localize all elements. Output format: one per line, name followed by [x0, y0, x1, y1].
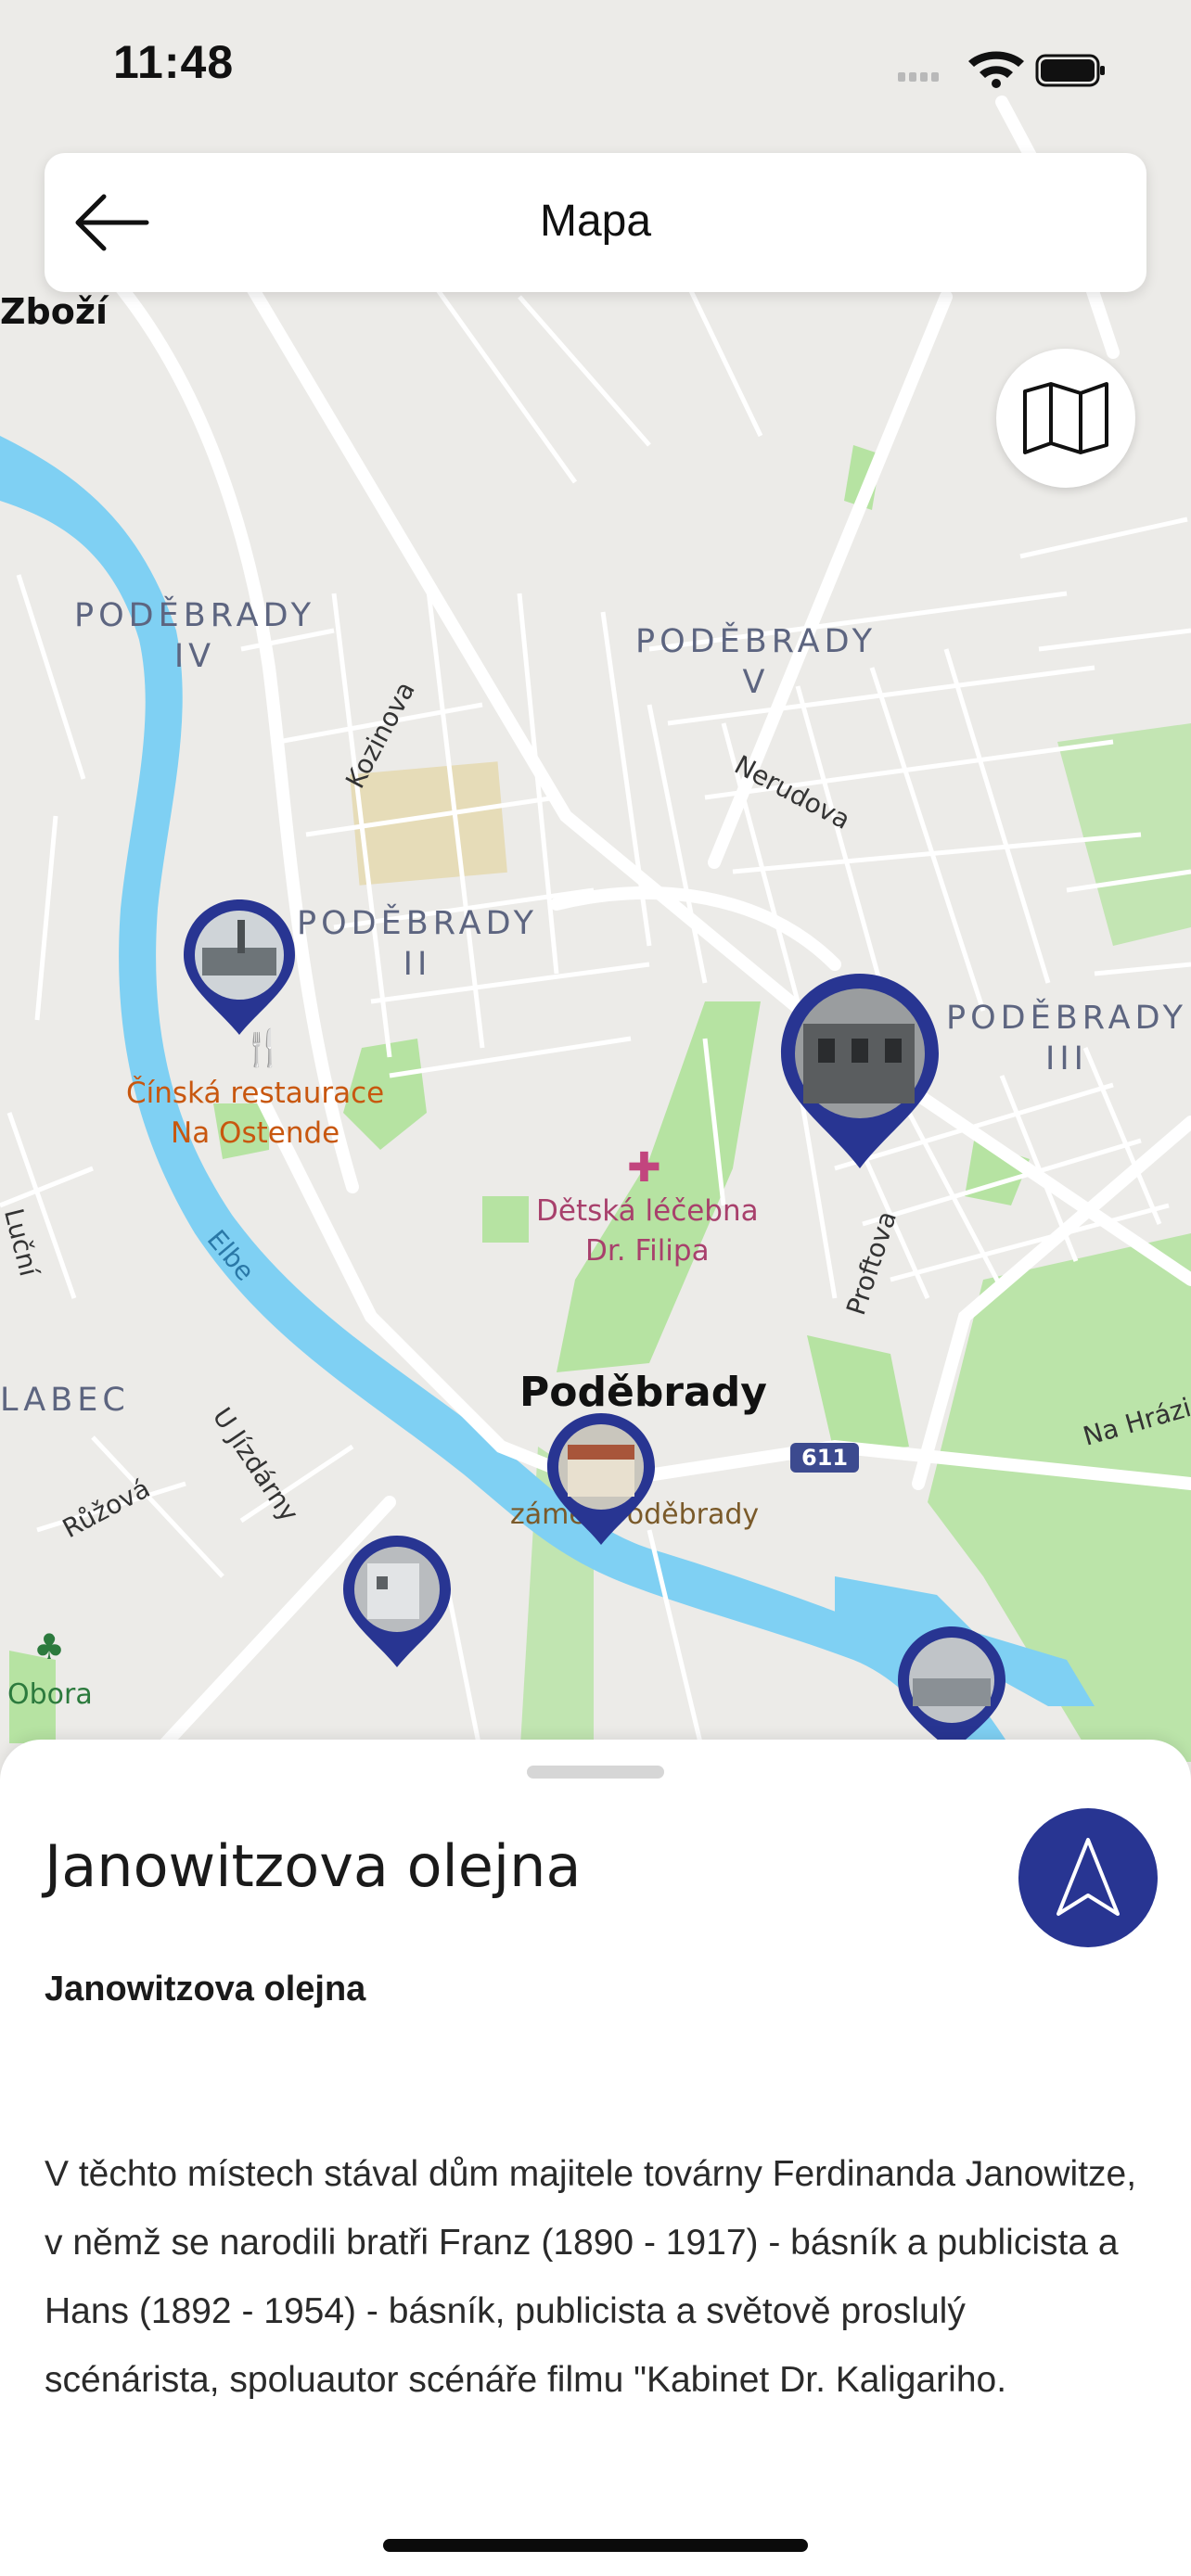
map-label-podebrady-iii: PODĚBRADY III [946, 1000, 1187, 1078]
place-title: Janowitzova olejna [45, 1832, 582, 1900]
medical-cross-icon: ✚ [627, 1144, 661, 1192]
map-icon [1023, 382, 1108, 454]
sheet-grabber[interactable] [527, 1766, 664, 1779]
navigation-arrow-icon [1057, 1838, 1120, 1916]
detail-bottom-sheet[interactable]: Janowitzova olejna Janowitzova olejna V … [0, 1740, 1191, 2576]
map-label-podebrady-v: PODĚBRADY V [635, 623, 877, 701]
navigate-button[interactable] [1018, 1808, 1158, 1947]
home-indicator[interactable] [383, 2539, 808, 2552]
wifi-icon [968, 51, 1024, 88]
page-title: Mapa [539, 197, 652, 246]
road-number-badge: 611 [790, 1443, 860, 1473]
status-icons [894, 45, 1108, 91]
poi-label-hospital[interactable]: Dětská léčebna Dr. Filipa [536, 1192, 759, 1271]
map-layers-button[interactable] [996, 349, 1135, 488]
cellular-signal-icon [898, 72, 939, 82]
map-label-zbozi: Zboží [0, 291, 109, 332]
top-app-bar: Mapa [45, 153, 1146, 292]
tree-icon: ♣ [33, 1626, 66, 1667]
map-label-labec: LABEC [0, 1382, 130, 1419]
poi-label-restaurant[interactable]: Čínská restaurace Na Ostende [126, 1074, 384, 1154]
map-label-obora: Obora [7, 1678, 93, 1711]
place-description: V těchto místech stával dům majitele tov… [45, 2154, 1137, 2400]
map-label-podebrady-ii: PODĚBRADY II [297, 905, 538, 983]
status-time: 11:48 [113, 36, 235, 88]
battery-icon [1035, 54, 1105, 87]
place-subtitle: Janowitzova olejna [45, 1970, 366, 2009]
status-bar: 11:48 [0, 0, 1191, 130]
map-label-podebrady-iv: PODĚBRADY IV [74, 597, 315, 675]
